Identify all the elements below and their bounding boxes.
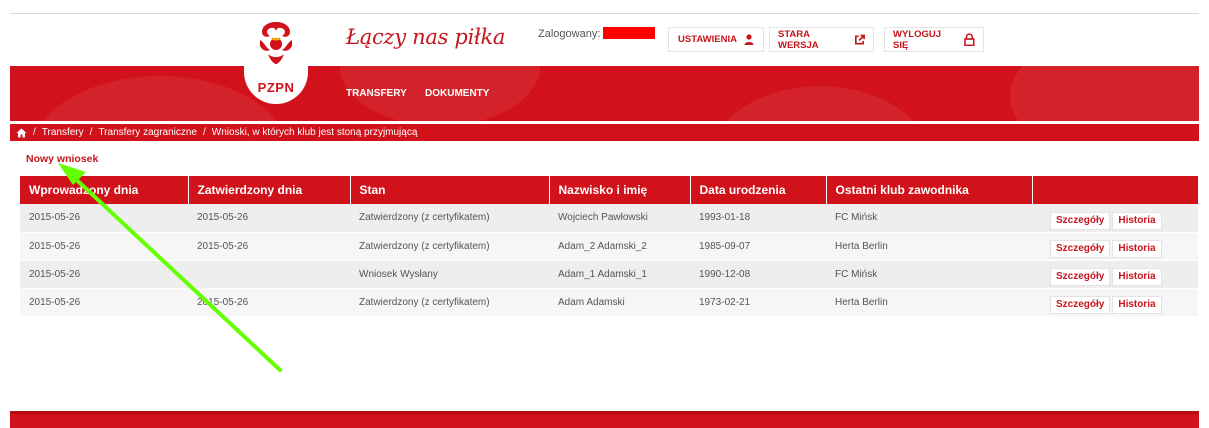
nav-transfers[interactable]: TRANSFERY <box>346 88 407 99</box>
history-button[interactable]: Historia <box>1112 211 1162 230</box>
cell-status: Zatwierdzony (z certyfikatem) <box>350 204 549 233</box>
table-row: 2015-05-26 2015-05-26 Zatwierdzony (z ce… <box>20 288 1198 317</box>
new-request-link[interactable]: Nowy wniosek <box>26 153 98 165</box>
col-approved-date: Zatwierdzony dnia <box>188 176 351 204</box>
cell-approved-date: 2015-05-26 <box>188 204 350 233</box>
logged-user-label: Zalogowany: <box>538 28 601 40</box>
nav-documents[interactable]: DOKUMENTY <box>425 88 489 99</box>
cell-approved-date <box>188 260 350 289</box>
table-row: 2015-05-26 Wniosek Wysłany Adam_1 Adamsk… <box>20 260 1198 289</box>
lock-icon <box>964 33 975 46</box>
col-actions <box>1032 176 1199 204</box>
requests-table: Wprowadzony dnia Zatwierdzony dnia Stan … <box>20 176 1199 317</box>
settings-label: USTAWIENIA <box>678 34 737 45</box>
cell-entered-date: 2015-05-26 <box>20 288 188 317</box>
cell-actions: Szczegóły Historia <box>1032 288 1198 317</box>
logo-text: PZPN <box>257 80 295 95</box>
history-button[interactable]: Historia <box>1112 268 1162 286</box>
cell-actions: Szczegóły Historia <box>1032 204 1198 233</box>
home-icon[interactable] <box>16 128 27 138</box>
cell-last-club: FC Mińsk <box>826 204 1032 233</box>
cell-status: Zatwierdzony (z certyfikatem) <box>350 288 549 317</box>
cell-last-club: Herta Berlin <box>826 232 1032 261</box>
col-entered-date: Wprowadzony dnia <box>20 176 189 204</box>
col-name: Nazwisko i imię <box>549 176 691 204</box>
cell-name: Wojciech Pawłowski <box>549 204 690 233</box>
eagle-emblem-icon <box>260 22 292 64</box>
history-button[interactable]: Historia <box>1112 240 1162 258</box>
user-icon <box>744 34 754 45</box>
details-button[interactable]: Szczegóły <box>1050 296 1111 314</box>
col-status: Stan <box>350 176 550 204</box>
breadcrumb-current: Wnioski, w których klub jest stoną przyj… <box>211 127 418 138</box>
breadcrumb-separator: / <box>203 127 206 138</box>
old-version-button[interactable]: STARA WERSJA <box>769 27 874 52</box>
cell-entered-date: 2015-05-26 <box>20 204 188 233</box>
cell-last-club: FC Mińsk <box>826 260 1032 289</box>
details-button[interactable]: Szczegóły <box>1050 211 1111 230</box>
cell-name: Adam Adamski <box>549 288 690 317</box>
logout-label: WYLOGUJ SIĘ <box>893 28 942 51</box>
old-version-label: STARA WERSJA <box>778 28 819 51</box>
cell-birth-date: 1990-12-08 <box>690 260 826 289</box>
col-birth-date: Data urodzenia <box>690 176 827 204</box>
top-divider <box>10 13 1199 14</box>
cell-birth-date: 1985-09-07 <box>690 232 826 261</box>
breadcrumb-separator: / <box>89 127 93 138</box>
cell-birth-date: 1993-01-18 <box>690 204 826 233</box>
cell-approved-date: 2015-05-26 <box>188 288 350 317</box>
breadcrumb: / Transfery / Transfery zagraniczne / Wn… <box>10 124 1199 141</box>
cell-status: Wniosek Wysłany <box>350 260 549 289</box>
breadcrumb-foreign-transfers[interactable]: Transfery zagraniczne <box>98 127 197 138</box>
footer-band <box>10 411 1199 428</box>
history-button[interactable]: Historia <box>1112 296 1162 314</box>
pzpn-logo[interactable]: PZPN <box>244 14 308 104</box>
slogan: Łączy nas piłka <box>346 25 506 49</box>
cell-birth-date: 1973-02-21 <box>690 288 826 317</box>
logout-button[interactable]: WYLOGUJ SIĘ <box>884 27 984 52</box>
breadcrumb-separator: / <box>33 127 36 138</box>
cell-entered-date: 2015-05-26 <box>20 260 188 289</box>
details-button[interactable]: Szczegóły <box>1050 240 1111 258</box>
cell-actions: Szczegóły Historia <box>1032 260 1198 289</box>
cell-actions: Szczegóły Historia <box>1032 232 1198 261</box>
details-button[interactable]: Szczegóły <box>1050 268 1111 286</box>
cell-last-club: Herta Berlin <box>826 288 1032 317</box>
cell-entered-date: 2015-05-26 <box>20 232 188 261</box>
table-row: 2015-05-26 2015-05-26 Zatwierdzony (z ce… <box>20 204 1198 233</box>
redacted-username <box>603 27 655 39</box>
cell-name: Adam_1 Adamski_1 <box>549 260 690 289</box>
page: PZPN Łączy nas piłka Zalogowany: USTAWIE… <box>0 0 1209 428</box>
settings-button[interactable]: USTAWIENIA <box>668 27 764 52</box>
external-link-icon <box>854 34 865 45</box>
table-row: 2015-05-26 2015-05-26 Zatwierdzony (z ce… <box>20 232 1198 261</box>
cell-approved-date: 2015-05-26 <box>188 232 350 261</box>
col-last-club: Ostatni klub zawodnika <box>826 176 1033 204</box>
cell-name: Adam_2 Adamski_2 <box>549 232 690 261</box>
breadcrumb-transfers[interactable]: Transfery <box>42 127 84 138</box>
header-band <box>10 66 1199 121</box>
cell-status: Zatwierdzony (z certyfikatem) <box>350 232 549 261</box>
table-header-row: Wprowadzony dnia Zatwierdzony dnia Stan … <box>20 176 1199 204</box>
